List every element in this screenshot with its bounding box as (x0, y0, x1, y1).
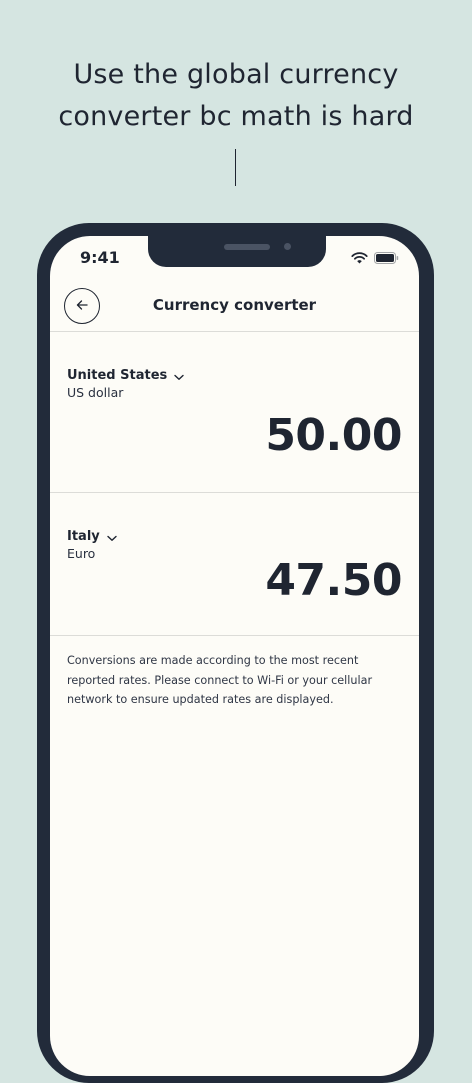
speaker-grille (224, 244, 270, 250)
disclaimer-text: Conversions are made according to the mo… (67, 654, 373, 706)
headline-line-2: converter bc math is hard (58, 101, 414, 132)
front-camera (284, 243, 291, 250)
connector-line (235, 149, 236, 186)
marketing-headline: Use the global currency converter bc mat… (0, 54, 472, 138)
phone-screen: 9:41 Currency converter United States US… (50, 236, 419, 1076)
chevron-down-icon (107, 527, 117, 546)
wifi-icon (351, 249, 368, 268)
to-currency-section: Italy Euro 47.50 (50, 493, 419, 635)
from-currency-section: United States US dollar 50.00 (50, 332, 419, 492)
from-country-name: United States (67, 368, 168, 383)
disclaimer-divider (50, 635, 419, 636)
from-currency-name: US dollar (67, 385, 124, 400)
from-amount[interactable]: 50.00 (265, 410, 402, 461)
to-country-selector[interactable]: Italy (67, 527, 117, 546)
status-time: 9:41 (80, 248, 120, 267)
to-amount: 47.50 (265, 555, 402, 606)
phone-notch (148, 236, 326, 267)
from-country-selector[interactable]: United States (67, 366, 184, 385)
to-country-name: Italy (67, 529, 100, 544)
chevron-down-icon (174, 366, 184, 385)
headline-line-1: Use the global currency (73, 59, 399, 90)
status-icons (351, 251, 399, 265)
battery-icon (374, 249, 399, 268)
phone-frame: 9:41 Currency converter United States US… (37, 223, 434, 1083)
page-title: Currency converter (152, 296, 317, 314)
navigation-bar: Currency converter (50, 284, 419, 330)
to-currency-name: Euro (67, 546, 96, 561)
